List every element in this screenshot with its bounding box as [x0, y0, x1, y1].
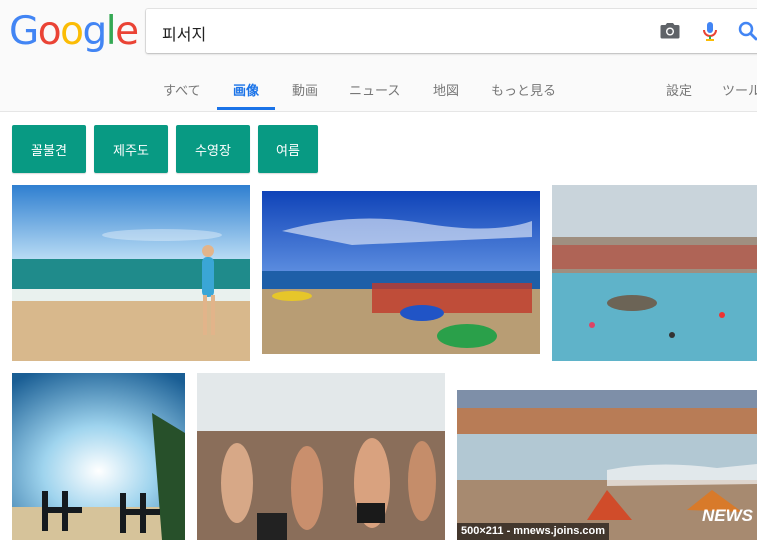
- search-tabs: すべて 画像 動画 ニュース 地図 もっと見る 設定 ツール: [0, 70, 757, 111]
- image-result[interactable]: [262, 191, 540, 354]
- microphone-icon[interactable]: [698, 19, 722, 43]
- logo-letter: G: [9, 9, 39, 54]
- logo-letter: e: [115, 9, 139, 54]
- image-result[interactable]: [197, 373, 445, 540]
- related-chip[interactable]: 수영장: [176, 125, 250, 173]
- related-chip[interactable]: 여름: [258, 125, 318, 173]
- tab-videos[interactable]: 動画: [292, 80, 318, 99]
- tab-more[interactable]: もっと見る: [491, 80, 556, 99]
- search-query[interactable]: 피서지: [162, 21, 206, 45]
- search-icon[interactable]: [736, 19, 757, 43]
- tab-settings[interactable]: 設定: [666, 80, 692, 99]
- tab-images[interactable]: 画像: [233, 80, 259, 99]
- logo-letter: o: [37, 9, 62, 54]
- tab-tools[interactable]: ツール: [722, 80, 757, 99]
- image-result[interactable]: [552, 185, 757, 361]
- image-caption: 500×211 - mnews.joins.com: [457, 523, 609, 540]
- camera-icon[interactable]: [658, 19, 682, 43]
- header: Google 피서지 すべて 画像 動画 ニュース 地図 もっと見る 設定 ツー…: [0, 0, 757, 112]
- logo-letter: l: [105, 9, 117, 54]
- image-result[interactable]: 500×211 - mnews.joins.com NEWS: [457, 390, 757, 540]
- active-tab-indicator: [217, 107, 275, 110]
- google-logo[interactable]: Google: [9, 8, 139, 56]
- image-result[interactable]: [12, 373, 185, 540]
- related-chip[interactable]: 제주도: [94, 125, 168, 173]
- watermark: NEWS: [702, 506, 753, 525]
- logo-letter: g: [82, 9, 107, 54]
- related-chip[interactable]: 꼴불견: [12, 125, 86, 173]
- tab-maps[interactable]: 地図: [433, 80, 459, 99]
- tab-news[interactable]: ニュース: [349, 80, 400, 99]
- logo-letter: o: [60, 9, 84, 54]
- search-input[interactable]: 피서지: [146, 9, 757, 53]
- tab-all[interactable]: すべて: [163, 80, 201, 99]
- image-result[interactable]: [12, 185, 250, 361]
